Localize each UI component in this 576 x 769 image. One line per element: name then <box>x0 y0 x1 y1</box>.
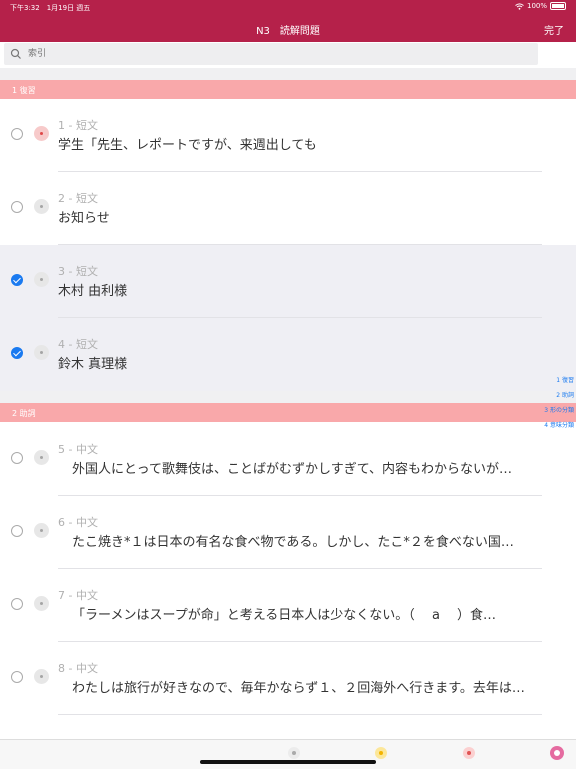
item-number: 4 - 短文 <box>58 338 98 351</box>
tab-gray-icon[interactable] <box>288 747 300 759</box>
checkbox[interactable] <box>11 598 23 610</box>
item-title: 木村 由利様 <box>58 284 128 299</box>
status-dot-icon <box>34 199 49 214</box>
section-index: 1 復習 2 助詞 3 形の分類 4 意味分類 <box>544 373 574 433</box>
item-number: 2 - 短文 <box>58 192 98 205</box>
item-number: 5 - 中文 <box>58 443 98 456</box>
tab-red-icon[interactable] <box>463 747 475 759</box>
section-label: 2 助詞 <box>12 409 36 418</box>
list-item[interactable]: 3 - 短文 木村 由利様 <box>0 245 576 318</box>
section-header-review: 1 復習 <box>0 80 576 99</box>
item-title: 学生「先生、レポートですが、来週出しても <box>58 138 317 153</box>
search-area <box>0 42 576 68</box>
checkbox-checked[interactable] <box>11 274 23 286</box>
item-number: 6 - 中文 <box>58 516 98 529</box>
status-right: 100% <box>515 2 566 10</box>
status-bar: 下午3:32 1月19日 週五 100% <box>0 0 576 14</box>
separator <box>0 68 576 80</box>
checkbox[interactable] <box>11 671 23 683</box>
list-item[interactable]: 2 - 短文 お知らせ <box>0 172 576 245</box>
done-button[interactable]: 完了 <box>544 22 564 37</box>
row-divider <box>58 714 542 715</box>
index-item-meaning-class[interactable]: 4 意味分類 <box>544 418 574 433</box>
item-title: わたしは旅行が好きなので、毎年かならず１、２回海外へ行きます。去年は… <box>72 681 525 696</box>
list-item[interactable]: 4 - 短文 鈴木 真理様 <box>0 318 576 391</box>
list-item[interactable]: 8 - 中文 わたしは旅行が好きなので、毎年かならず１、２回海外へ行きます。去年… <box>0 642 576 715</box>
battery-icon <box>550 2 566 10</box>
status-dot-icon <box>34 272 49 287</box>
status-dot-icon <box>34 345 49 360</box>
tab-bar <box>0 739 576 769</box>
index-item-review[interactable]: 1 復習 <box>544 373 574 388</box>
item-title: 外国人にとって歌舞伎は、ことばがむずかしすぎて、内容もわからないが… <box>72 462 513 477</box>
status-dot-icon <box>34 450 49 465</box>
list-item[interactable]: 6 - 中文 たこ焼き*１は日本の有名な食べ物である。しかし、たこ*２を食べない… <box>0 496 576 569</box>
tab-flower-icon[interactable] <box>550 746 564 760</box>
item-number: 3 - 短文 <box>58 265 98 278</box>
search-bar[interactable] <box>4 43 538 65</box>
separator <box>0 391 576 403</box>
item-title: たこ焼き*１は日本の有名な食べ物である。しかし、たこ*２を食べない国… <box>72 535 514 550</box>
item-title: お知らせ <box>58 211 110 226</box>
battery-percent: 100% <box>526 2 547 10</box>
status-dot-icon <box>34 596 49 611</box>
item-title: 「ラーメンはスープが命」と考える日本人は少なくない。（ a ）食… <box>72 608 497 623</box>
item-number: 8 - 中文 <box>58 662 98 675</box>
home-indicator <box>200 760 376 764</box>
list-item[interactable]: 1 - 短文 学生「先生、レポートですが、来週出しても <box>0 99 576 172</box>
page-title: N3 読解問題 <box>256 26 320 37</box>
section-header-particles: 2 助詞 <box>0 403 576 422</box>
index-item-form-class[interactable]: 3 形の分類 <box>544 403 574 418</box>
item-number: 1 - 短文 <box>58 119 98 132</box>
section-label: 1 復習 <box>12 86 36 95</box>
checkbox-checked[interactable] <box>11 347 23 359</box>
status-time: 下午3:32 1月19日 週五 <box>10 4 91 12</box>
status-dot-icon <box>34 669 49 684</box>
index-item-particles[interactable]: 2 助詞 <box>544 388 574 403</box>
search-icon <box>10 48 21 59</box>
wifi-icon <box>515 2 524 10</box>
item-title: 鈴木 真理様 <box>58 357 128 372</box>
navigation-bar: N3 読解問題 完了 <box>0 14 576 42</box>
search-input[interactable] <box>26 48 510 60</box>
status-dot-icon <box>34 126 49 141</box>
checkbox[interactable] <box>11 201 23 213</box>
list-item[interactable]: 5 - 中文 外国人にとって歌舞伎は、ことばがむずかしすぎて、内容もわからないが… <box>0 423 576 496</box>
tab-yellow-icon[interactable] <box>375 747 387 759</box>
item-number: 7 - 中文 <box>58 589 98 602</box>
checkbox[interactable] <box>11 128 23 140</box>
status-dot-icon <box>34 523 49 538</box>
checkbox[interactable] <box>11 452 23 464</box>
checkbox[interactable] <box>11 525 23 537</box>
list-item[interactable]: 7 - 中文 「ラーメンはスープが命」と考える日本人は少なくない。（ a ）食… <box>0 569 576 642</box>
